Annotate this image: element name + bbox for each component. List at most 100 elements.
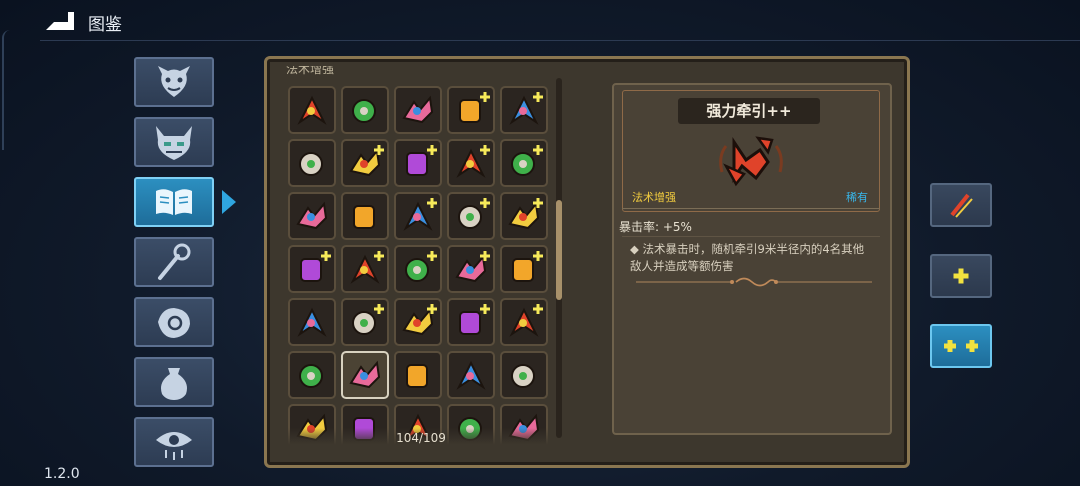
upgrade-level-1-button[interactable] [930, 254, 992, 298]
chevrons-icon [297, 307, 327, 337]
grid-item[interactable] [500, 86, 548, 134]
spiral-icon [511, 364, 535, 388]
upgrade-level-0-button[interactable] [930, 183, 992, 227]
arrows-up-icon [297, 95, 327, 125]
grid-item[interactable] [500, 245, 548, 293]
item-rarity: 稀有 [846, 191, 868, 204]
lightning-plus-icon [349, 145, 384, 177]
spell-hand-icon [158, 308, 190, 338]
zigzag-arrow-icon [353, 205, 375, 229]
vortex-cross-icon [406, 364, 428, 388]
grid-item[interactable] [447, 86, 495, 134]
active-tab-arrow-icon [222, 190, 236, 214]
grid-item[interactable] [288, 245, 336, 293]
grid-item[interactable] [394, 139, 442, 187]
ornament-divider-icon [636, 274, 872, 293]
grid-item[interactable] [500, 351, 548, 399]
triple-slash-icon [402, 95, 434, 124]
grid-item[interactable] [500, 139, 548, 187]
grid-item[interactable] [447, 351, 495, 399]
grid-item[interactable] [500, 298, 548, 346]
crosshair-icon [296, 201, 328, 230]
back-arrow-icon [46, 12, 74, 30]
upgrade-level-2-button[interactable] [930, 324, 992, 368]
crystal-plus-icon [458, 198, 490, 229]
single-plus-icon [953, 268, 969, 284]
drop-plus-icon [509, 92, 543, 125]
reticle-plus-icon [512, 251, 543, 282]
pouch-icon [161, 368, 187, 400]
monster-face-icon [158, 66, 190, 97]
item-description: ◆ 法术暴击时，随机牵引9米半径内的4名其他敌人并造成等额伤害 [630, 242, 865, 273]
sidebar-item-bosses[interactable] [134, 117, 214, 167]
grid-item[interactable] [341, 298, 389, 346]
grid-item[interactable] [394, 86, 442, 134]
item-grid [270, 66, 560, 452]
sidebar-item-skills[interactable] [134, 297, 214, 347]
worm-plus-icon [509, 304, 543, 337]
grid-item[interactable] [447, 139, 495, 187]
grid-item[interactable] [341, 245, 389, 293]
grid-item[interactable] [447, 245, 495, 293]
page-title: 图鉴 [88, 15, 122, 35]
sun-plus-icon [352, 304, 384, 335]
scroll-plus-icon [508, 198, 543, 230]
grid-item[interactable] [288, 351, 336, 399]
up-arrows-plus-icon [350, 251, 384, 284]
grid-item[interactable] [288, 192, 336, 240]
item-counter: 104/109 [396, 431, 446, 445]
mouse-plus-icon [511, 145, 543, 176]
bolt-plus-icon [300, 251, 331, 282]
scrollbar-thumb[interactable] [556, 200, 562, 300]
grid-item[interactable] [447, 298, 495, 346]
grid-item[interactable] [341, 351, 389, 399]
double-plus-icon [944, 340, 978, 352]
grid-item[interactable] [341, 192, 389, 240]
crossed-sword-icon [299, 152, 323, 176]
grid-item[interactable] [288, 86, 336, 134]
grid-item[interactable] [341, 86, 389, 134]
detail-divider [622, 208, 880, 209]
open-book-icon [156, 189, 192, 215]
eye-icon [156, 432, 192, 460]
header-divider [40, 40, 1080, 41]
grid-item[interactable] [288, 139, 336, 187]
horned-demon-icon [156, 126, 192, 160]
pause-plus-icon [406, 145, 437, 176]
grid-item[interactable] [341, 139, 389, 187]
left-edge-decoration [2, 30, 12, 150]
item-name: 强力牵引++ [678, 98, 820, 124]
grid-item[interactable] [288, 298, 336, 346]
grid-item[interactable] [394, 298, 442, 346]
sidebar-item-codex[interactable] [134, 177, 214, 227]
tri-arrow-plus-icon [403, 198, 437, 231]
grid-item[interactable] [500, 192, 548, 240]
burst-plus-icon [459, 92, 490, 123]
sidebar-item-weapons[interactable] [134, 237, 214, 287]
flame-ring-icon [299, 364, 323, 388]
sidebar-item-lore[interactable] [134, 417, 214, 467]
grid-item[interactable] [394, 351, 442, 399]
potion-plus-icon [402, 304, 437, 336]
grid-item[interactable] [447, 192, 495, 240]
slash-upgrade-icon [950, 193, 973, 218]
pull-arrows-icon [349, 360, 381, 389]
pull-arrows-icon [716, 132, 786, 198]
back-button[interactable] [40, 8, 78, 32]
sidebar-item-monsters[interactable] [134, 57, 214, 107]
staff-icon [158, 243, 191, 280]
top-bar: 图鉴 [0, 0, 1080, 42]
clock-plus-icon [405, 251, 437, 282]
grid-item[interactable] [394, 245, 442, 293]
item-category: 法术增强 [632, 191, 676, 204]
slash-icon [352, 99, 376, 123]
detail-divider-2 [622, 236, 880, 237]
moon-plus-icon [456, 145, 490, 178]
orbit-icon [456, 360, 486, 390]
sidebar-item-items[interactable] [134, 357, 214, 407]
cube-plus-icon [459, 304, 490, 335]
item-stat: 暴击率: +5% [619, 220, 692, 234]
version-label: 1.2.0 [44, 466, 80, 482]
grid-item[interactable] [394, 192, 442, 240]
battery-plus-icon [455, 251, 490, 283]
